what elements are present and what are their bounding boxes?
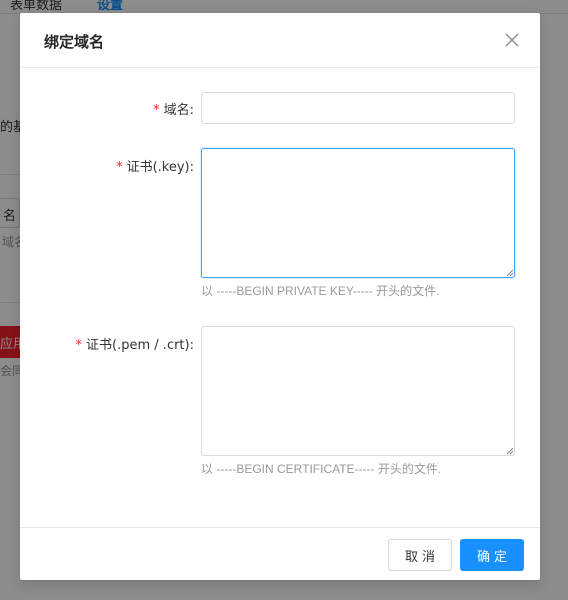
key-label: * 证书(.key): <box>116 156 194 175</box>
required-mark: * <box>116 160 123 175</box>
cert-help-text: 以 -----BEGIN CERTIFICATE----- 开头的文件. <box>201 462 442 476</box>
required-mark: * <box>75 338 83 353</box>
close-icon[interactable] <box>502 30 522 50</box>
label-colon: : <box>189 338 194 353</box>
required-mark: * <box>153 103 160 118</box>
cancel-button[interactable]: 取消 <box>388 539 452 571</box>
cert-label: * 证书(.pem / .crt): <box>76 334 194 353</box>
modal-header: 绑定域名 <box>20 13 540 68</box>
domain-label-text: 域名 <box>163 103 190 118</box>
cert-textarea[interactable] <box>201 326 515 456</box>
modal-footer: 取消 确定 <box>20 527 540 580</box>
cert-label-text: 证书(.pem / .crt) <box>86 338 190 353</box>
key-label-text: 证书(.key) <box>126 160 190 175</box>
label-colon: : <box>189 103 194 118</box>
bind-domain-modal: 绑定域名 * 域名: * 证书(.key): 以 -----BEGIN PRIVAT… <box>20 13 540 580</box>
modal-body: * 域名: * 证书(.key): 以 -----BEGIN PRIVATE KEY… <box>20 68 540 527</box>
key-help-text: 以 -----BEGIN PRIVATE KEY----- 开头的文件. <box>201 284 440 298</box>
label-colon: : <box>189 160 194 175</box>
confirm-button[interactable]: 确定 <box>460 539 524 571</box>
domain-label: * 域名: <box>153 99 194 118</box>
modal-title: 绑定域名 <box>44 33 105 51</box>
domain-input[interactable] <box>201 92 515 124</box>
key-textarea[interactable] <box>201 148 515 278</box>
